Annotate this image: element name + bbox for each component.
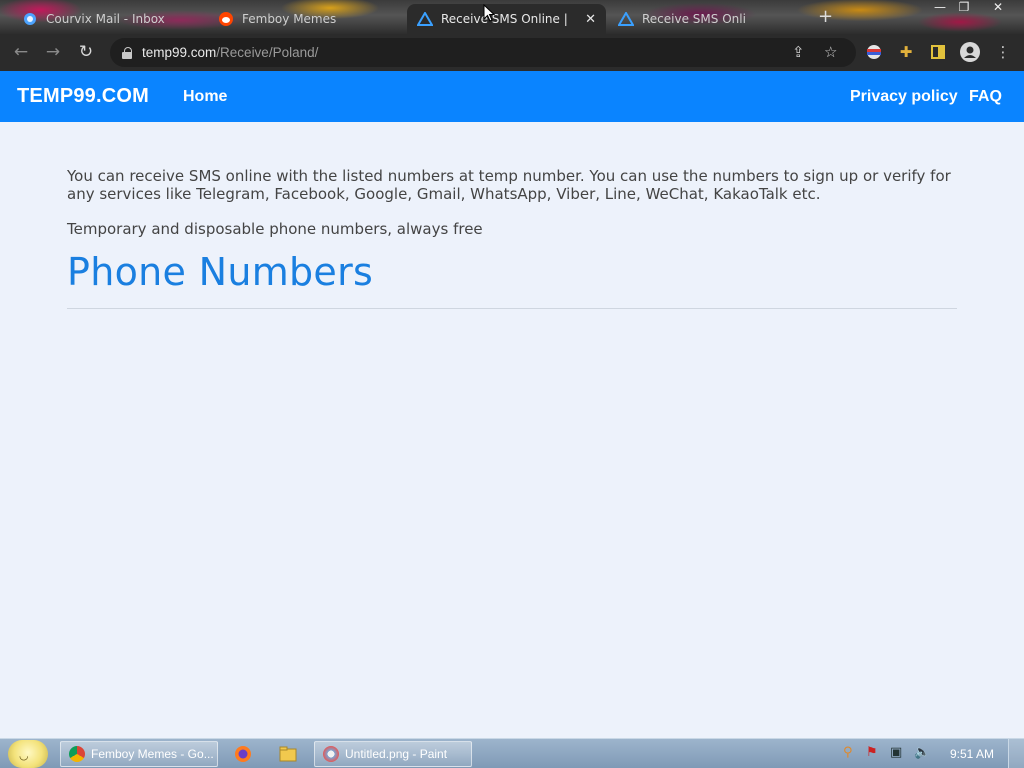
action-center-flag-icon[interactable]: ⚑ (866, 745, 878, 760)
restore-icon[interactable]: ❐ (954, 0, 974, 14)
nav-faq-link[interactable]: FAQ (969, 88, 1002, 106)
extensions-puzzle-icon[interactable]: ✚ (896, 42, 916, 62)
taskbar-item-chrome[interactable]: Femboy Memes - Go... (60, 741, 218, 767)
window-close-icon[interactable]: ✕ (988, 0, 1008, 14)
taskbar-item-paint[interactable]: Untitled.png - Paint (314, 741, 472, 767)
url-host: temp99.com (142, 45, 217, 60)
url-path: /Receive/Poland/ (216, 45, 319, 60)
address-bar[interactable]: temp99.com/Receive/Poland/ ⇪ ☆ (110, 38, 856, 67)
site-navbar: TEMP99.COM Home Privacy policy FAQ (0, 71, 1024, 122)
taskbar-item-label: Femboy Memes - Go... (91, 747, 214, 761)
reload-icon[interactable]: ↻ (75, 41, 97, 63)
temp99-triangle-icon (417, 11, 433, 27)
nav-privacy-link[interactable]: Privacy policy (850, 88, 958, 106)
divider (67, 308, 957, 309)
page-title: Phone Numbers (67, 250, 374, 294)
back-arrow-icon[interactable]: ← (10, 41, 32, 63)
side-panel-icon[interactable] (928, 42, 948, 62)
tab-receive-sms-active[interactable]: Receive SMS Online | Tem ✕ (407, 4, 606, 34)
temp99-triangle-icon (618, 11, 634, 27)
search-tray-icon[interactable]: ⚲ (843, 745, 853, 760)
nav-home-link[interactable]: Home (183, 88, 227, 106)
browser-toolbar: ← → ↻ temp99.com/Receive/Poland/ ⇪ ☆ ✚ ⋮ (0, 34, 1024, 71)
lock-icon (122, 46, 132, 59)
mouse-cursor-icon (483, 4, 495, 22)
main-content: You can receive SMS online with the list… (67, 122, 957, 309)
courvix-icon (22, 11, 38, 27)
menu-kebab-icon[interactable]: ⋮ (993, 42, 1013, 62)
tab-title: Courvix Mail - Inbox (46, 12, 165, 26)
taskbar-item-label: Untitled.png - Paint (345, 747, 448, 761)
chrome-icon (69, 746, 85, 762)
tab-courvix-mail[interactable]: Courvix Mail - Inbox (12, 4, 208, 34)
tab-title: Receive SMS Onli (642, 12, 746, 26)
smiley-icon: ◡ (19, 749, 29, 762)
tab-title: Femboy Memes (242, 12, 337, 26)
file-explorer-icon[interactable] (277, 743, 299, 765)
minimize-icon[interactable]: — (930, 0, 950, 14)
close-icon[interactable]: ✕ (585, 12, 596, 27)
taskbar-clock[interactable]: 9:51 AM (950, 747, 994, 761)
tab-femboy-memes[interactable]: Femboy Memes (208, 4, 406, 34)
paint-icon (323, 746, 339, 762)
browser-tabstrip: Courvix Mail - Inbox Femboy Memes Receiv… (0, 0, 1024, 34)
vpn-extension-icon[interactable] (864, 42, 884, 62)
forward-arrow-icon[interactable]: → (42, 41, 64, 63)
tab-title: Receive SMS Online | Tem (441, 12, 571, 26)
network-icon[interactable]: ▣ (890, 745, 902, 760)
site-brand-link[interactable]: TEMP99.COM (17, 85, 149, 108)
profile-avatar-icon[interactable] (960, 42, 980, 62)
bookmark-star-icon[interactable]: ☆ (824, 43, 837, 61)
new-tab-icon[interactable]: + (818, 6, 833, 27)
show-desktop-button[interactable] (1008, 739, 1024, 768)
tagline: Temporary and disposable phone numbers, … (67, 220, 483, 238)
volume-icon[interactable]: 🔈 (914, 745, 930, 760)
firefox-icon[interactable] (232, 743, 254, 765)
share-icon[interactable]: ⇪ (792, 43, 805, 61)
reddit-icon (218, 11, 234, 27)
tab-receive-sms-2[interactable]: Receive SMS Onli (608, 4, 804, 34)
os-taskbar: ◡ Femboy Memes - Go... Untitled.png - Pa… (0, 738, 1024, 768)
start-button[interactable]: ◡ (8, 740, 48, 768)
intro-paragraph: You can receive SMS online with the list… (67, 167, 951, 203)
